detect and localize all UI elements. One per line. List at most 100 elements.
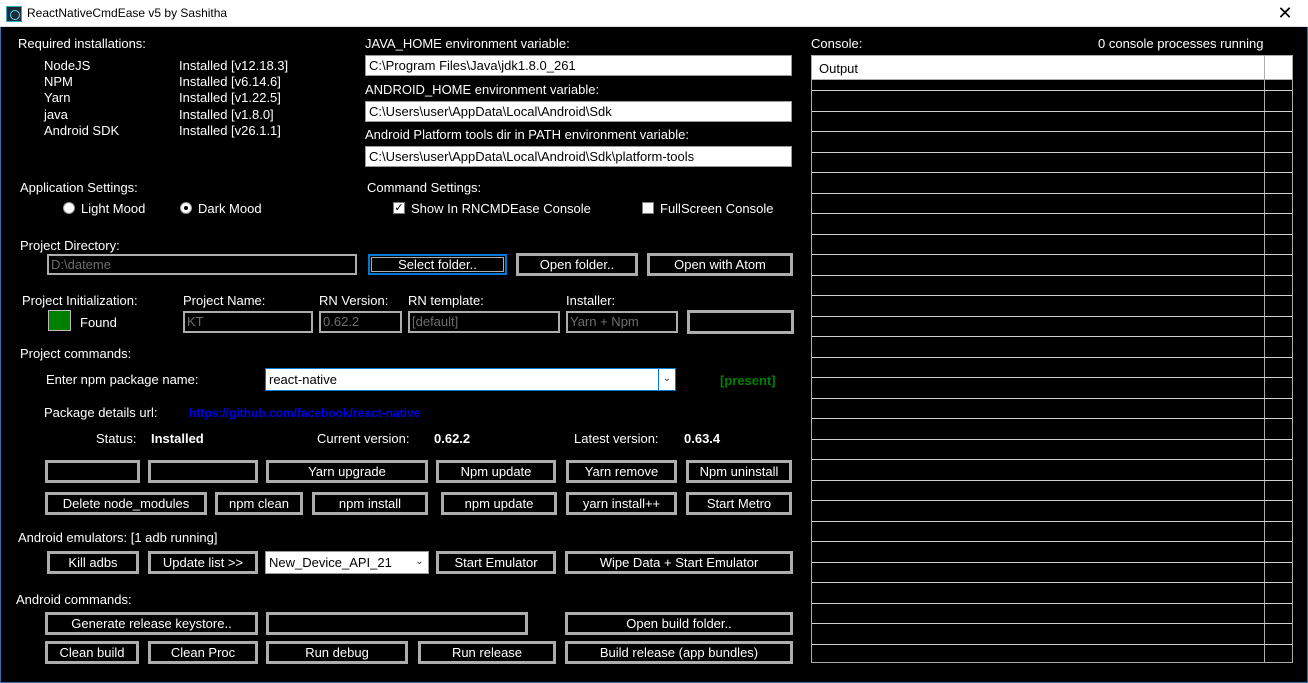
light-mood-radio[interactable] bbox=[63, 202, 75, 214]
android-command-button[interactable] bbox=[266, 612, 528, 635]
required-heading: Required installations: bbox=[18, 36, 146, 51]
clean-proc-button[interactable]: Clean Proc bbox=[148, 641, 258, 664]
console-row-line bbox=[812, 377, 1292, 378]
npm-update-button[interactable]: npm update bbox=[441, 492, 557, 515]
package-command-button-1[interactable] bbox=[45, 460, 140, 483]
npm-clean-button[interactable]: npm clean bbox=[215, 492, 303, 515]
project-init-heading: Project Initialization: bbox=[22, 293, 138, 308]
device-select[interactable]: New_Device_API_21 ⌄ bbox=[265, 551, 429, 574]
req-status-nodejs: Installed [v12.18.3] bbox=[179, 58, 289, 73]
build-release-button[interactable]: Build release (app bundles) bbox=[565, 641, 793, 664]
show-in-console-label[interactable]: Show In RNCMDEase Console bbox=[411, 201, 591, 216]
run-debug-button[interactable]: Run debug bbox=[266, 641, 408, 664]
current-version-label: Current version: bbox=[317, 431, 410, 446]
npm-install-button[interactable]: npm install bbox=[312, 492, 428, 515]
console-row-line bbox=[812, 541, 1292, 542]
init-project-button[interactable] bbox=[687, 310, 794, 334]
console-row-line bbox=[812, 623, 1292, 624]
npm-package-label: Enter npm package name: bbox=[46, 372, 199, 387]
run-release-button[interactable]: Run release bbox=[418, 641, 556, 664]
console-row-line bbox=[812, 644, 1292, 645]
open-build-folder-button[interactable]: Open build folder.. bbox=[565, 612, 793, 635]
light-mood-label[interactable]: Light Mood bbox=[81, 201, 145, 216]
project-dir-field[interactable]: D:\dateme bbox=[47, 254, 357, 275]
npm-package-value: react-native bbox=[269, 372, 337, 387]
console-row-line bbox=[812, 439, 1292, 440]
current-version-value: 0.62.2 bbox=[434, 431, 471, 446]
yarn-remove-button[interactable]: Yarn remove bbox=[566, 460, 677, 483]
start-emulator-button[interactable]: Start Emulator bbox=[436, 551, 556, 574]
package-url-link[interactable]: https://github.com/facebook/react-native bbox=[189, 406, 420, 420]
fullscreen-console-checkbox[interactable] bbox=[642, 202, 654, 214]
npm-uninstall-button[interactable]: Npm uninstall bbox=[686, 460, 792, 483]
console-row-line bbox=[812, 152, 1292, 153]
console-row-line bbox=[812, 418, 1292, 419]
chevron-down-icon[interactable]: ⌄ bbox=[658, 369, 675, 390]
android-home-field[interactable]: C:\Users\user\AppData\Local\Android\Sdk bbox=[365, 101, 792, 122]
show-in-console-checkbox[interactable]: ✓ bbox=[393, 202, 405, 214]
clean-build-button[interactable]: Clean build bbox=[45, 641, 139, 664]
delete-node-modules-button[interactable]: Delete node_modules bbox=[45, 492, 207, 515]
wipe-data-start-emulator-button[interactable]: Wipe Data + Start Emulator bbox=[565, 551, 793, 574]
status-label: Status: bbox=[96, 431, 137, 446]
java-home-field[interactable]: C:\Program Files\Java\jdk1.8.0_261 bbox=[365, 55, 792, 76]
project-name-label: Project Name: bbox=[183, 293, 266, 308]
console-row-line bbox=[812, 234, 1292, 235]
console-row-line bbox=[812, 500, 1292, 501]
req-name-java: java bbox=[44, 107, 68, 122]
console-row-line bbox=[812, 357, 1292, 358]
select-folder-button[interactable]: Select folder.. bbox=[368, 254, 507, 275]
chevron-down-icon[interactable]: ⌄ bbox=[411, 552, 428, 573]
app-icon bbox=[6, 6, 22, 22]
dark-mood-radio[interactable] bbox=[180, 202, 192, 214]
title-bar: ReactNativeCmdEase v5 by Sashitha ✕ bbox=[0, 0, 1308, 27]
req-name-nodejs: NodeJS bbox=[44, 58, 91, 73]
console-process-count: 0 console processes running bbox=[1098, 36, 1264, 51]
platform-tools-field[interactable]: C:\Users\user\AppData\Local\Android\Sdk\… bbox=[365, 146, 792, 167]
yarn-install-button[interactable]: yarn install++ bbox=[566, 492, 677, 515]
open-folder-button[interactable]: Open folder.. bbox=[516, 253, 638, 276]
console-column-header[interactable]: Output bbox=[812, 56, 1292, 80]
rn-template-label: RN template: bbox=[408, 293, 484, 308]
fullscreen-console-label[interactable]: FullScreen Console bbox=[660, 201, 773, 216]
generate-keystore-button[interactable]: Generate release keystore.. bbox=[45, 612, 258, 635]
window-title: ReactNativeCmdEase v5 by Sashitha bbox=[27, 6, 228, 20]
package-command-button-2[interactable] bbox=[148, 460, 258, 483]
console-row-line bbox=[812, 480, 1292, 481]
app-settings-heading: Application Settings: bbox=[20, 180, 138, 195]
installer-field[interactable]: Yarn + Npm bbox=[566, 311, 678, 333]
console-heading: Console: bbox=[811, 36, 863, 51]
console-output-list[interactable]: Output bbox=[811, 55, 1293, 663]
android-home-label: ANDROID_HOME environment variable: bbox=[365, 82, 600, 97]
java-home-label: JAVA_HOME environment variable: bbox=[365, 36, 570, 51]
console-row-line bbox=[812, 336, 1292, 337]
rn-version-field[interactable]: 0.62.2 bbox=[319, 311, 402, 333]
column-divider bbox=[1264, 56, 1265, 662]
dark-mood-label[interactable]: Dark Mood bbox=[198, 201, 262, 216]
update-list-button[interactable]: Update list >> bbox=[148, 551, 258, 574]
npm-package-combo[interactable]: react-native ⌄ bbox=[265, 368, 676, 391]
latest-version-value: 0.63.4 bbox=[684, 431, 721, 446]
req-name-android-sdk: Android SDK bbox=[44, 123, 120, 138]
req-status-npm: Installed [v6.14.6] bbox=[179, 74, 281, 89]
yarn-upgrade-button[interactable]: Yarn upgrade bbox=[266, 460, 428, 483]
project-commands-heading: Project commands: bbox=[20, 346, 132, 361]
device-select-value: New_Device_API_21 bbox=[269, 555, 392, 570]
console-row-line bbox=[812, 131, 1292, 132]
req-name-yarn: Yarn bbox=[44, 90, 71, 105]
rn-template-field[interactable]: [default] bbox=[408, 311, 560, 333]
close-icon[interactable]: ✕ bbox=[1262, 0, 1308, 27]
installer-label: Installer: bbox=[566, 293, 616, 308]
kill-adbs-button[interactable]: Kill adbs bbox=[47, 551, 139, 574]
start-metro-button[interactable]: Start Metro bbox=[686, 492, 792, 515]
console-row-line bbox=[812, 172, 1292, 173]
emulators-heading: Android emulators: [1 adb running] bbox=[18, 530, 218, 545]
npm-update-package-button[interactable]: Npm update bbox=[436, 460, 556, 483]
open-with-atom-button[interactable]: Open with Atom bbox=[647, 253, 793, 276]
package-url-label: Package details url: bbox=[44, 405, 158, 420]
found-indicator bbox=[48, 310, 71, 331]
console-row-line bbox=[812, 562, 1292, 563]
cmd-settings-heading: Command Settings: bbox=[367, 180, 482, 195]
project-name-field[interactable]: KT bbox=[183, 311, 313, 333]
req-status-java: Installed [v1.8.0] bbox=[179, 107, 274, 122]
